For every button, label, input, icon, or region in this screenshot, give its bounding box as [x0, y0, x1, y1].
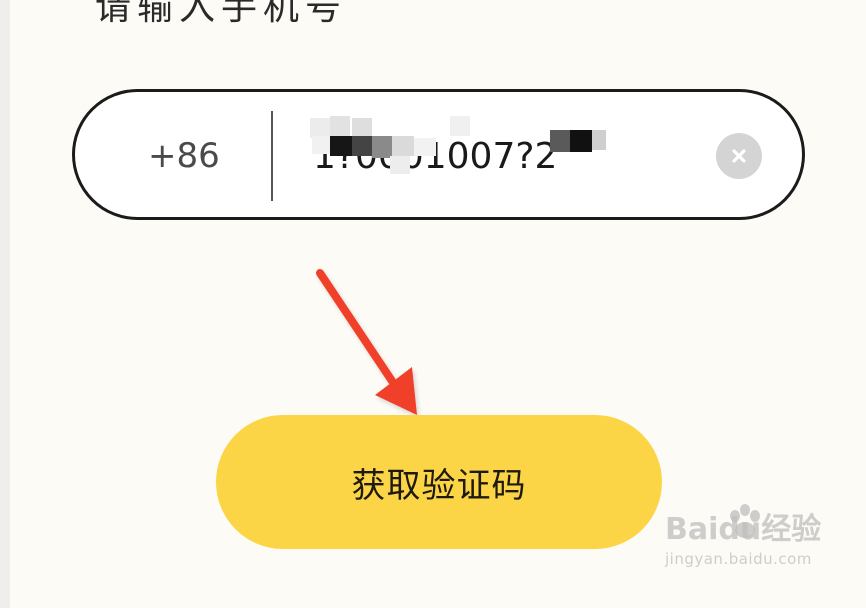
baidu-watermark: Baidu经验 jingyan.baidu.com [665, 504, 821, 568]
phone-input[interactable] [313, 130, 693, 182]
country-code[interactable]: +86 [148, 136, 220, 176]
close-icon [732, 149, 746, 163]
field-divider [271, 111, 273, 201]
left-edge-strip [0, 0, 10, 608]
page-heading: 请输入手机号 [95, 0, 348, 28]
paw-logo-icon [730, 504, 760, 538]
get-verification-code-button[interactable]: 获取验证码 [216, 415, 662, 549]
clear-button[interactable] [716, 133, 762, 179]
phone-number-field[interactable]: +86 [72, 89, 805, 220]
arrow-down-icon [316, 269, 417, 415]
watermark-url: jingyan.baidu.com [665, 550, 812, 568]
